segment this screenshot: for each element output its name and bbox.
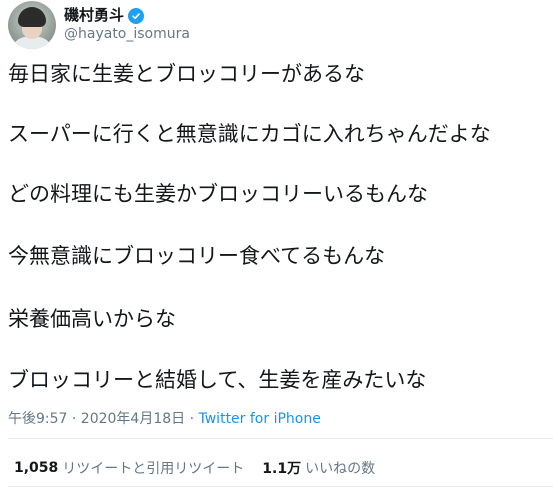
tweet-line-4: 今無意識にブロッコリー食べてるもんな — [8, 244, 386, 268]
divider-top — [8, 438, 553, 439]
avatar-hair — [18, 7, 46, 27]
author-names: 磯村勇斗 @hayato_isomura — [64, 6, 190, 44]
avatar[interactable] — [8, 1, 56, 49]
divider-bottom — [8, 486, 553, 487]
verified-badge-icon — [128, 7, 145, 24]
likes-label: いいねの数 — [305, 461, 376, 477]
retweets-label: リツイートと引用リツイート — [62, 461, 245, 477]
tweet-line-6: ブロッコリーと結婚して、生姜を産みたいな — [8, 368, 427, 392]
handle[interactable]: @hayato_isomura — [64, 25, 190, 44]
retweets-count: 1,058 — [14, 460, 59, 476]
tweet-line-1: 毎日家に生姜とブロッコリーがあるな — [8, 62, 365, 86]
display-name-row: 磯村勇斗 — [64, 6, 190, 25]
checkmark-icon — [132, 12, 140, 19]
tweet-header: 磯村勇斗 @hayato_isomura — [8, 0, 190, 50]
engagement-stats: 1,058 リツイートと引用リツイート 1.1万 いいねの数 — [14, 458, 375, 478]
display-name[interactable]: 磯村勇斗 — [64, 6, 124, 25]
tweet-line-5: 栄養価高いからな — [8, 307, 176, 331]
source-link[interactable]: Twitter for iPhone — [199, 411, 321, 427]
likes-count: 1.1万 — [262, 461, 302, 477]
tweet-meta: 午後9:57 · 2020年4月18日 · Twitter for iPhone — [8, 408, 321, 428]
timestamp[interactable]: 午後9:57 · 2020年4月18日 · — [8, 411, 194, 427]
tweet-card: 磯村勇斗 @hayato_isomura 毎日家に生姜とブロッコリーがあるな ス… — [0, 0, 553, 496]
tweet-line-2: スーパーに行くと無意識にカゴに入れちゃんだよな — [8, 122, 491, 146]
retweets-stat[interactable]: 1,058 リツイートと引用リツイート — [14, 458, 244, 478]
tweet-line-3: どの料理にも生姜かブロッコリーいるもんな — [8, 182, 428, 206]
likes-stat[interactable]: 1.1万 いいねの数 — [262, 458, 375, 478]
